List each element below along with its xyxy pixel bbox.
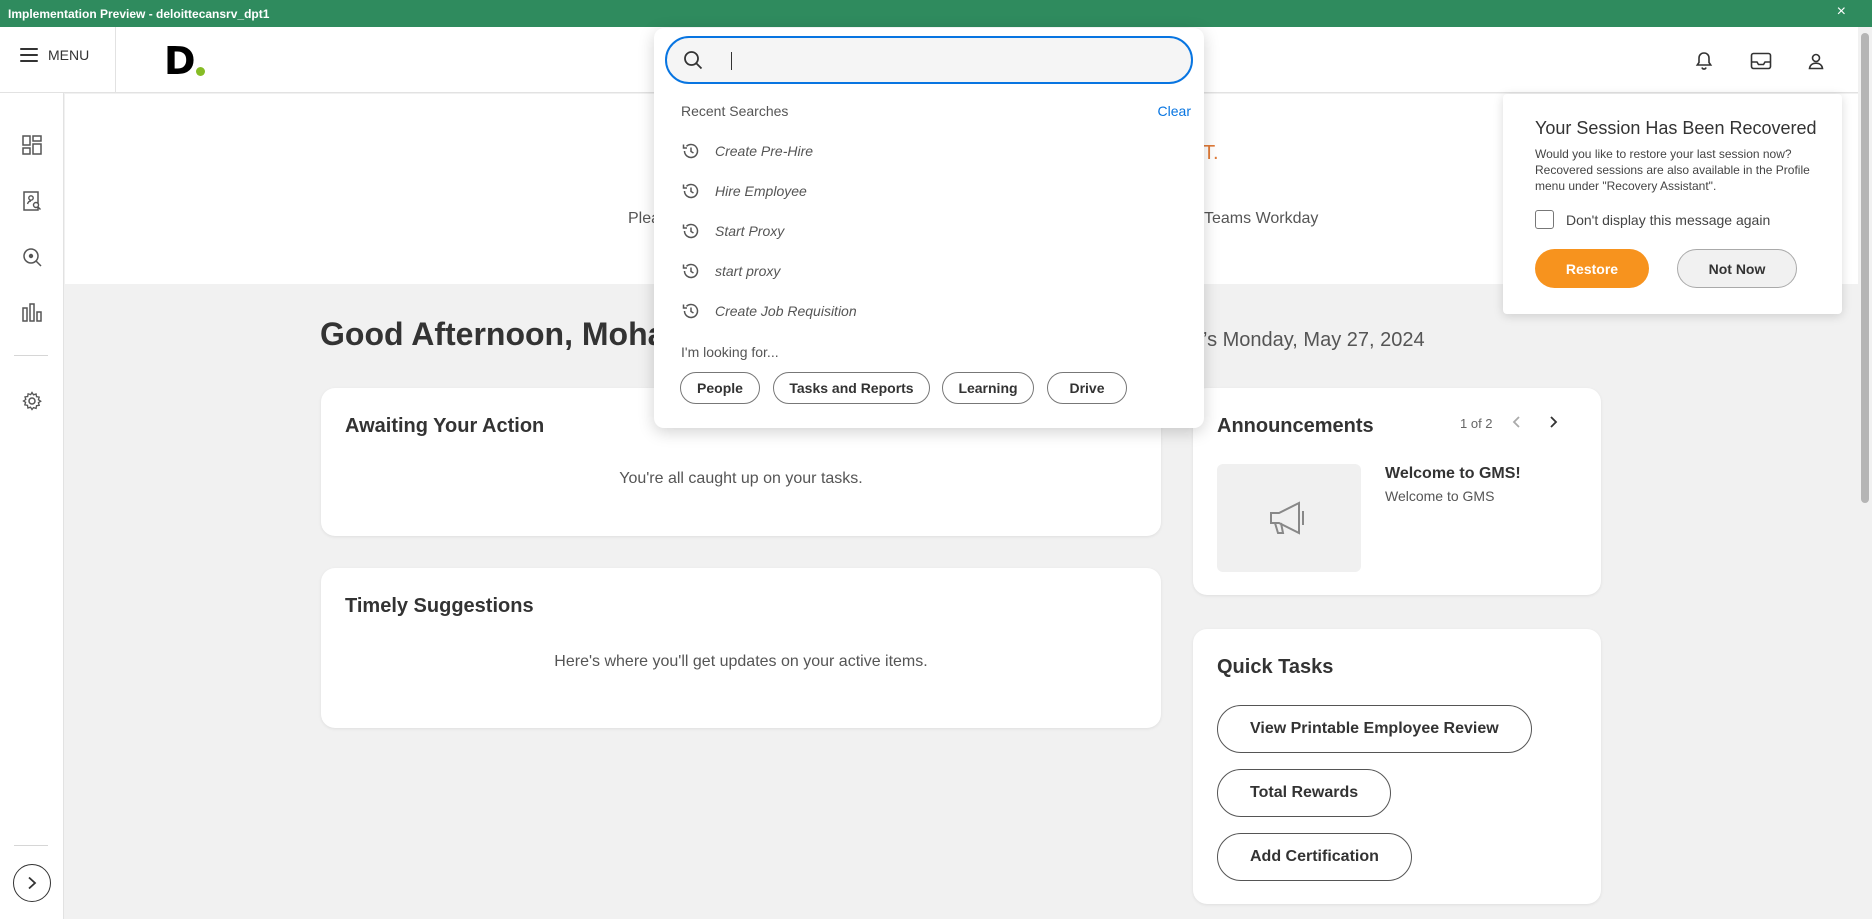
page-scrollbar[interactable]	[1858, 27, 1872, 919]
banner-mark: T.	[1203, 142, 1219, 164]
dashboard-icon[interactable]	[20, 133, 44, 157]
history-icon	[682, 223, 699, 239]
logo-dot	[196, 67, 205, 76]
recent-search-label: Create Pre-Hire	[715, 143, 814, 159]
sidebar-divider	[14, 355, 48, 356]
card-title: Quick Tasks	[1217, 656, 1334, 678]
recent-searches-header: Recent Searches	[681, 103, 789, 119]
left-sidebar	[0, 93, 64, 919]
sidebar-divider	[14, 845, 48, 846]
directory-search-icon[interactable]	[20, 189, 44, 213]
environment-banner: Implementation Preview - deloittecansrv_…	[0, 0, 1872, 27]
chip-people[interactable]: People	[680, 372, 760, 404]
chip-drive[interactable]: Drive	[1047, 372, 1127, 404]
announcement-pager: 1 of 2	[1460, 416, 1493, 431]
timely-suggestions-card: Timely Suggestions Here's where you'll g…	[321, 568, 1161, 728]
clear-recent-link[interactable]: Clear	[1158, 103, 1191, 119]
announcement-image[interactable]	[1217, 464, 1361, 572]
search-icon	[684, 51, 703, 70]
recent-search-item[interactable]: Create Job Requisition	[681, 301, 857, 321]
profile-icon[interactable]	[1804, 49, 1828, 73]
gear-icon[interactable]	[20, 389, 44, 413]
chip-tasks-and-reports[interactable]: Tasks and Reports	[773, 372, 930, 404]
chevron-right-icon[interactable]	[1548, 415, 1558, 434]
search-dropdown: Recent Searches Clear Create Pre-Hire Hi…	[654, 28, 1204, 428]
menu-button[interactable]: MENU	[20, 47, 89, 63]
announcements-card: Announcements 1 of 2 Welcome to GMS! Wel…	[1193, 388, 1601, 595]
recent-search-label: Hire Employee	[715, 183, 807, 199]
card-title: Announcements	[1217, 415, 1374, 437]
add-certification-button[interactable]: Add Certification	[1217, 833, 1412, 881]
card-body: You're all caught up on your tasks.	[619, 470, 863, 487]
scroll-thumb[interactable]	[1861, 33, 1869, 503]
history-icon	[682, 143, 699, 159]
inbox-icon[interactable]	[1749, 49, 1773, 73]
looking-for-label: I'm looking for...	[681, 344, 779, 360]
dont-display-checkbox[interactable]	[1535, 210, 1554, 229]
recent-search-item[interactable]: start proxy	[681, 261, 780, 281]
chip-learning[interactable]: Learning	[942, 372, 1034, 404]
recent-search-label: Create Job Requisition	[715, 303, 857, 319]
search-box[interactable]	[665, 36, 1193, 84]
announcement-title[interactable]: Welcome to GMS!	[1385, 465, 1521, 483]
not-now-button[interactable]: Not Now	[1677, 249, 1797, 288]
menu-label: MENU	[48, 47, 90, 63]
date-text: ’s Monday, May 27, 2024	[1203, 329, 1425, 351]
history-icon	[682, 183, 699, 199]
chevron-left-icon[interactable]	[1512, 415, 1522, 434]
header-divider	[115, 27, 116, 93]
announcement-body: Welcome to GMS	[1385, 488, 1495, 504]
banner-text-right: Teams Workday	[1204, 210, 1319, 227]
notifications-bell-icon[interactable]	[1692, 49, 1716, 73]
chevron-right-icon	[28, 876, 37, 890]
window-title: Implementation Preview - deloittecansrv_…	[8, 6, 270, 21]
megaphone-icon	[1270, 501, 1304, 535]
history-icon	[682, 263, 699, 279]
recent-search-item[interactable]: Start Proxy	[681, 221, 784, 241]
dont-display-option[interactable]: Don't display this message again	[1535, 210, 1770, 229]
close-icon[interactable]: ×	[1837, 3, 1846, 21]
recent-search-item[interactable]: Hire Employee	[681, 181, 807, 201]
session-recovered-popup: Your Session Has Been Recovered Would yo…	[1503, 94, 1842, 314]
greeting-heading: Good Afternoon, Mohar	[320, 316, 678, 352]
search-input[interactable]	[715, 51, 1155, 69]
text-caret	[731, 52, 732, 70]
session-title: Your Session Has Been Recovered	[1535, 118, 1817, 138]
history-icon	[682, 303, 699, 319]
quick-tasks-card: Quick Tasks View Printable Employee Revi…	[1193, 629, 1601, 904]
search-insights-icon[interactable]	[20, 245, 44, 269]
recent-search-label: start proxy	[715, 263, 781, 279]
company-logo[interactable]: D	[164, 39, 196, 83]
hamburger-icon	[20, 48, 38, 62]
bar-chart-icon[interactable]	[20, 301, 44, 325]
total-rewards-button[interactable]: Total Rewards	[1217, 769, 1392, 817]
recent-search-label: Start Proxy	[715, 223, 785, 239]
dont-display-label: Don't display this message again	[1566, 211, 1771, 228]
recent-search-item[interactable]: Create Pre-Hire	[681, 141, 813, 161]
card-body: Here's where you'll get updates on your …	[554, 653, 928, 670]
card-title: Timely Suggestions	[345, 595, 534, 617]
session-message: Would you like to restore your last sess…	[1535, 147, 1810, 193]
view-printable-employee-review-button[interactable]: View Printable Employee Review	[1217, 705, 1532, 753]
expand-sidebar-button[interactable]	[13, 864, 51, 902]
restore-button[interactable]: Restore	[1535, 249, 1649, 288]
card-title: Awaiting Your Action	[345, 415, 545, 437]
